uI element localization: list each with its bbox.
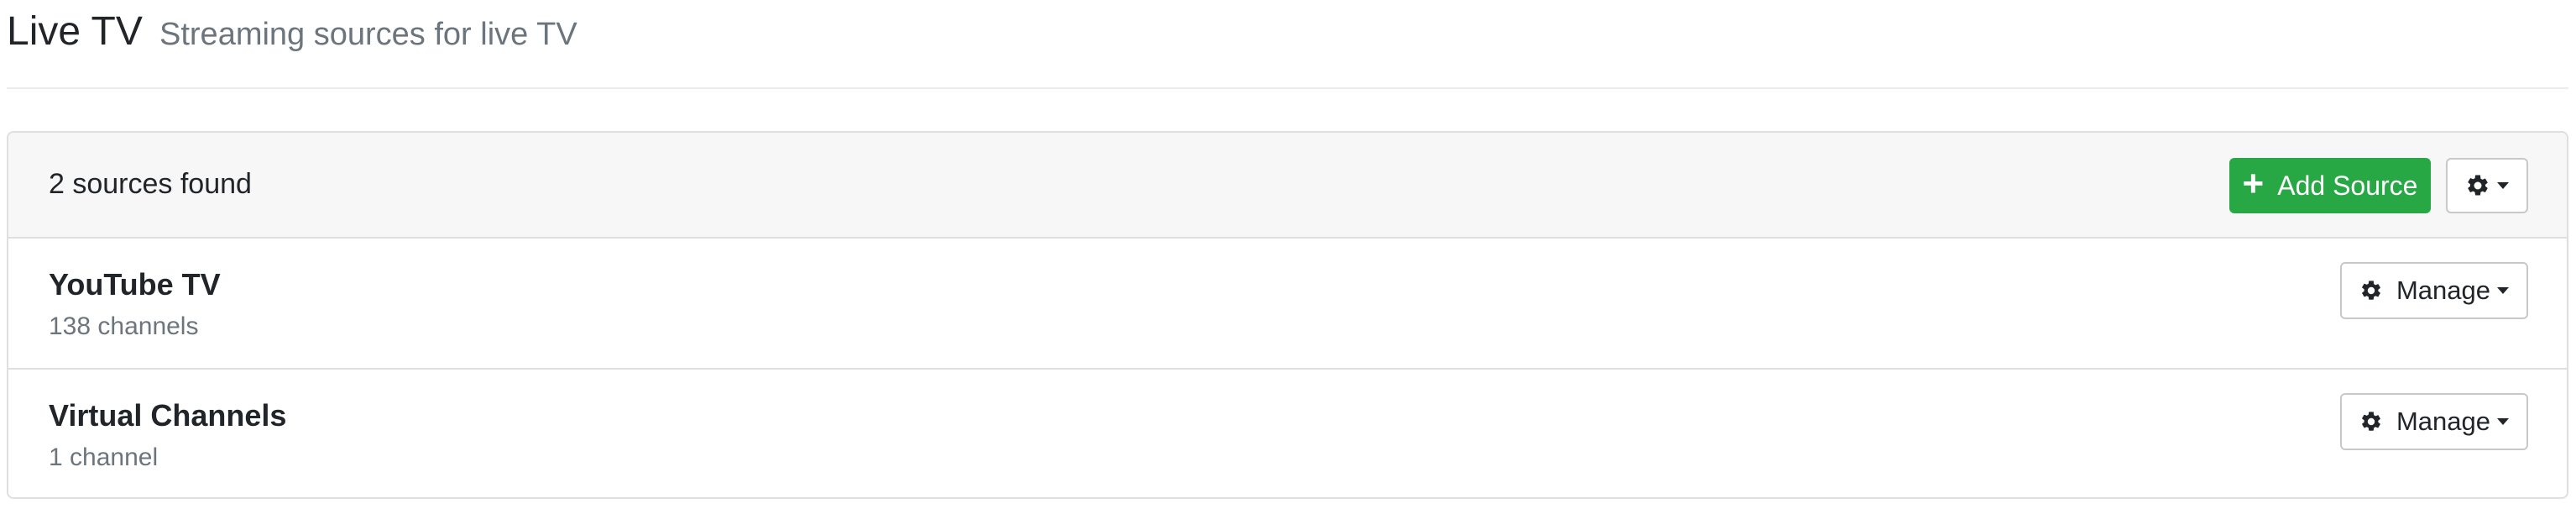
caret-down-icon [2497, 287, 2510, 294]
sources-card-header: 2 sources found + Add Source [8, 133, 2567, 239]
caret-down-icon [2497, 182, 2509, 189]
source-name: Virtual Channels [49, 398, 287, 433]
source-row-virtual-channels: Virtual Channels 1 channel Manage [8, 370, 2567, 497]
settings-dropdown-button[interactable] [2446, 158, 2528, 213]
source-name: YouTube TV [49, 267, 221, 302]
manage-label: Manage [2396, 407, 2491, 436]
gear-icon [2359, 279, 2383, 302]
sources-card: 2 sources found + Add Source YouTube TV … [7, 131, 2568, 499]
gear-icon [2465, 173, 2490, 198]
source-channel-count: 138 channels [49, 312, 199, 340]
caret-down-icon [2497, 418, 2510, 425]
live-tv-page: Live TV Streaming sources for live TV 2 … [0, 0, 2576, 530]
plus-icon: + [2242, 163, 2265, 204]
add-source-label: Add Source [2277, 170, 2418, 201]
source-row-youtube-tv: YouTube TV 138 channels Manage [8, 239, 2567, 370]
sources-count: 2 sources found [49, 168, 252, 200]
page-header: Live TV Streaming sources for live TV [7, 0, 2568, 89]
page-subtitle: Streaming sources for live TV [159, 17, 577, 52]
manage-button-youtube-tv[interactable]: Manage [2340, 262, 2528, 319]
page-title: Live TV [7, 9, 143, 54]
gear-icon [2359, 410, 2383, 433]
source-channel-count: 1 channel [49, 443, 159, 471]
add-source-button[interactable]: + Add Source [2229, 158, 2431, 213]
manage-button-virtual-channels[interactable]: Manage [2340, 393, 2528, 450]
manage-label: Manage [2396, 275, 2491, 305]
